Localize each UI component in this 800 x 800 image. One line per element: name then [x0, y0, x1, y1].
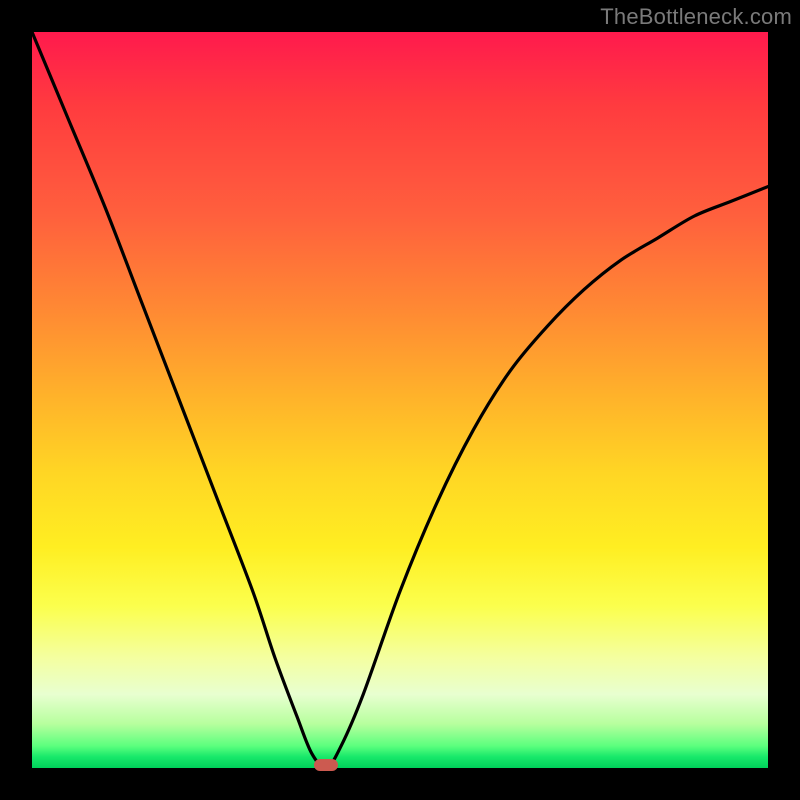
- watermark-text: TheBottleneck.com: [600, 4, 792, 30]
- bottleneck-curve: [32, 32, 768, 768]
- plot-area: [32, 32, 768, 768]
- minimum-marker: [314, 759, 338, 771]
- chart-frame: TheBottleneck.com: [0, 0, 800, 800]
- curve-path: [32, 32, 768, 768]
